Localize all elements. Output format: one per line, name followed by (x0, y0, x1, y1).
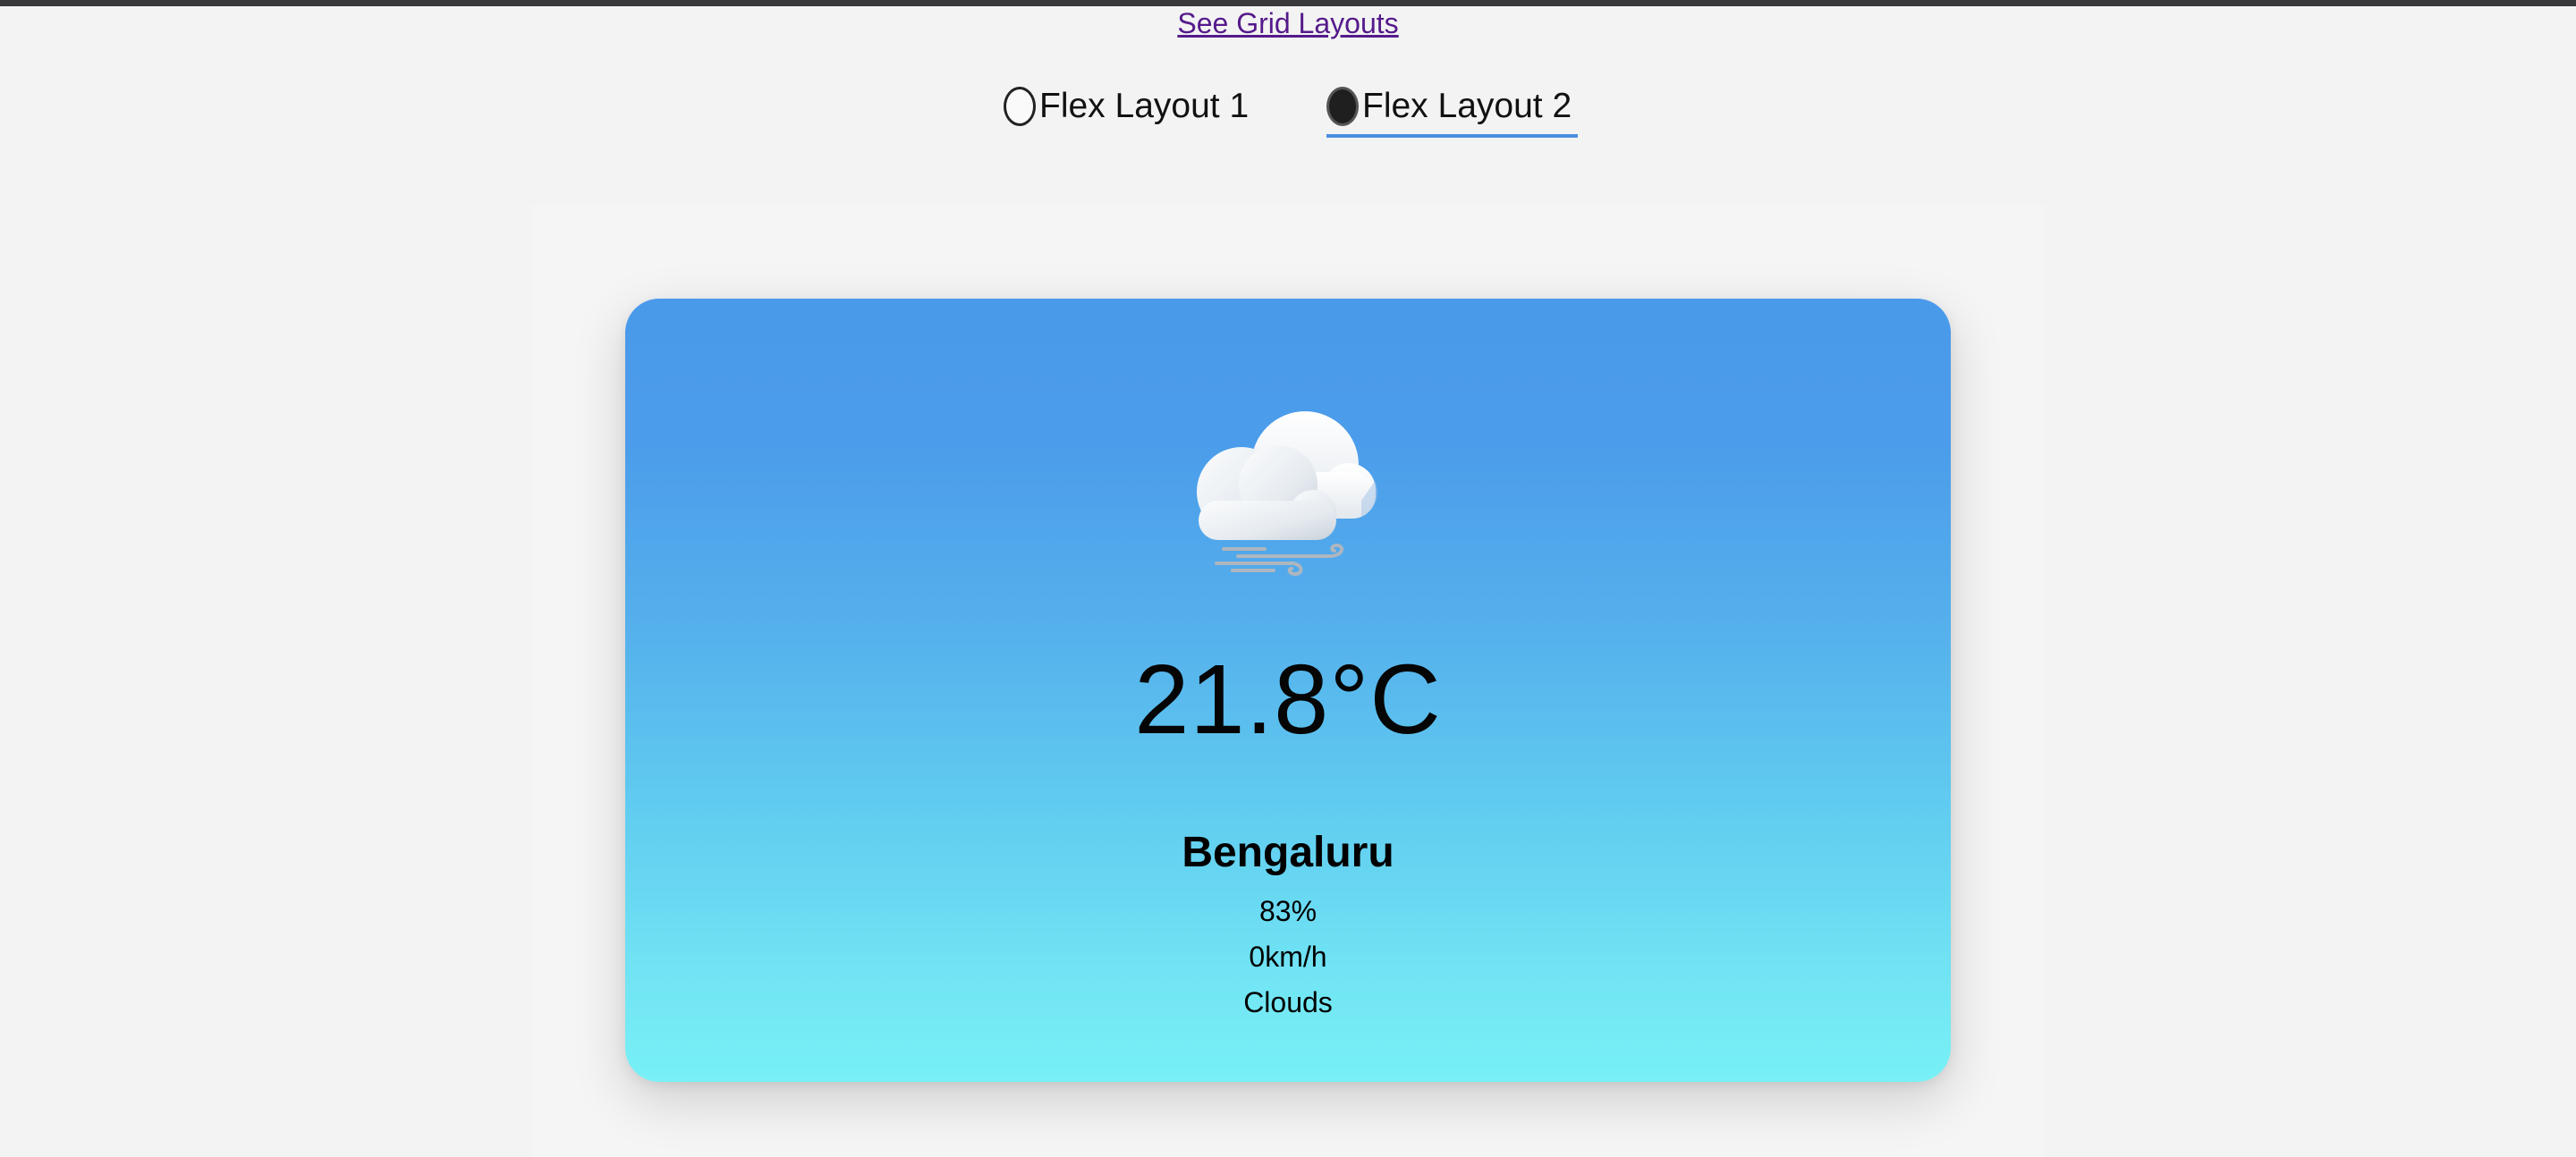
wind-speed-value: 0km/h (1249, 941, 1327, 973)
temperature-value: 21.8°C (1134, 645, 1442, 755)
radio-flex-layout-1[interactable] (1004, 87, 1036, 126)
humidity-value: 83% (1258, 895, 1318, 927)
tab-flex-layout-1[interactable]: Flex Layout 1 (1004, 79, 1252, 134)
tab-flex-layout-2[interactable]: Flex Layout 2 (1326, 79, 1578, 138)
see-grid-layouts-link[interactable]: See Grid Layouts (0, 5, 2576, 41)
wind-lines (1215, 543, 1344, 577)
city-name: Bengaluru (1182, 829, 1394, 876)
layout-tabs: Flex Layout 1 Flex Layout 2 (0, 79, 2576, 141)
tab-label-flex-layout-2: Flex Layout 2 (1362, 87, 1572, 125)
cloudy-wind-icon (1197, 411, 1377, 577)
radio-flex-layout-2[interactable] (1326, 87, 1359, 126)
tab-label-flex-layout-1: Flex Layout 1 (1039, 87, 1250, 125)
weather-condition: Clouds (1243, 986, 1333, 1018)
